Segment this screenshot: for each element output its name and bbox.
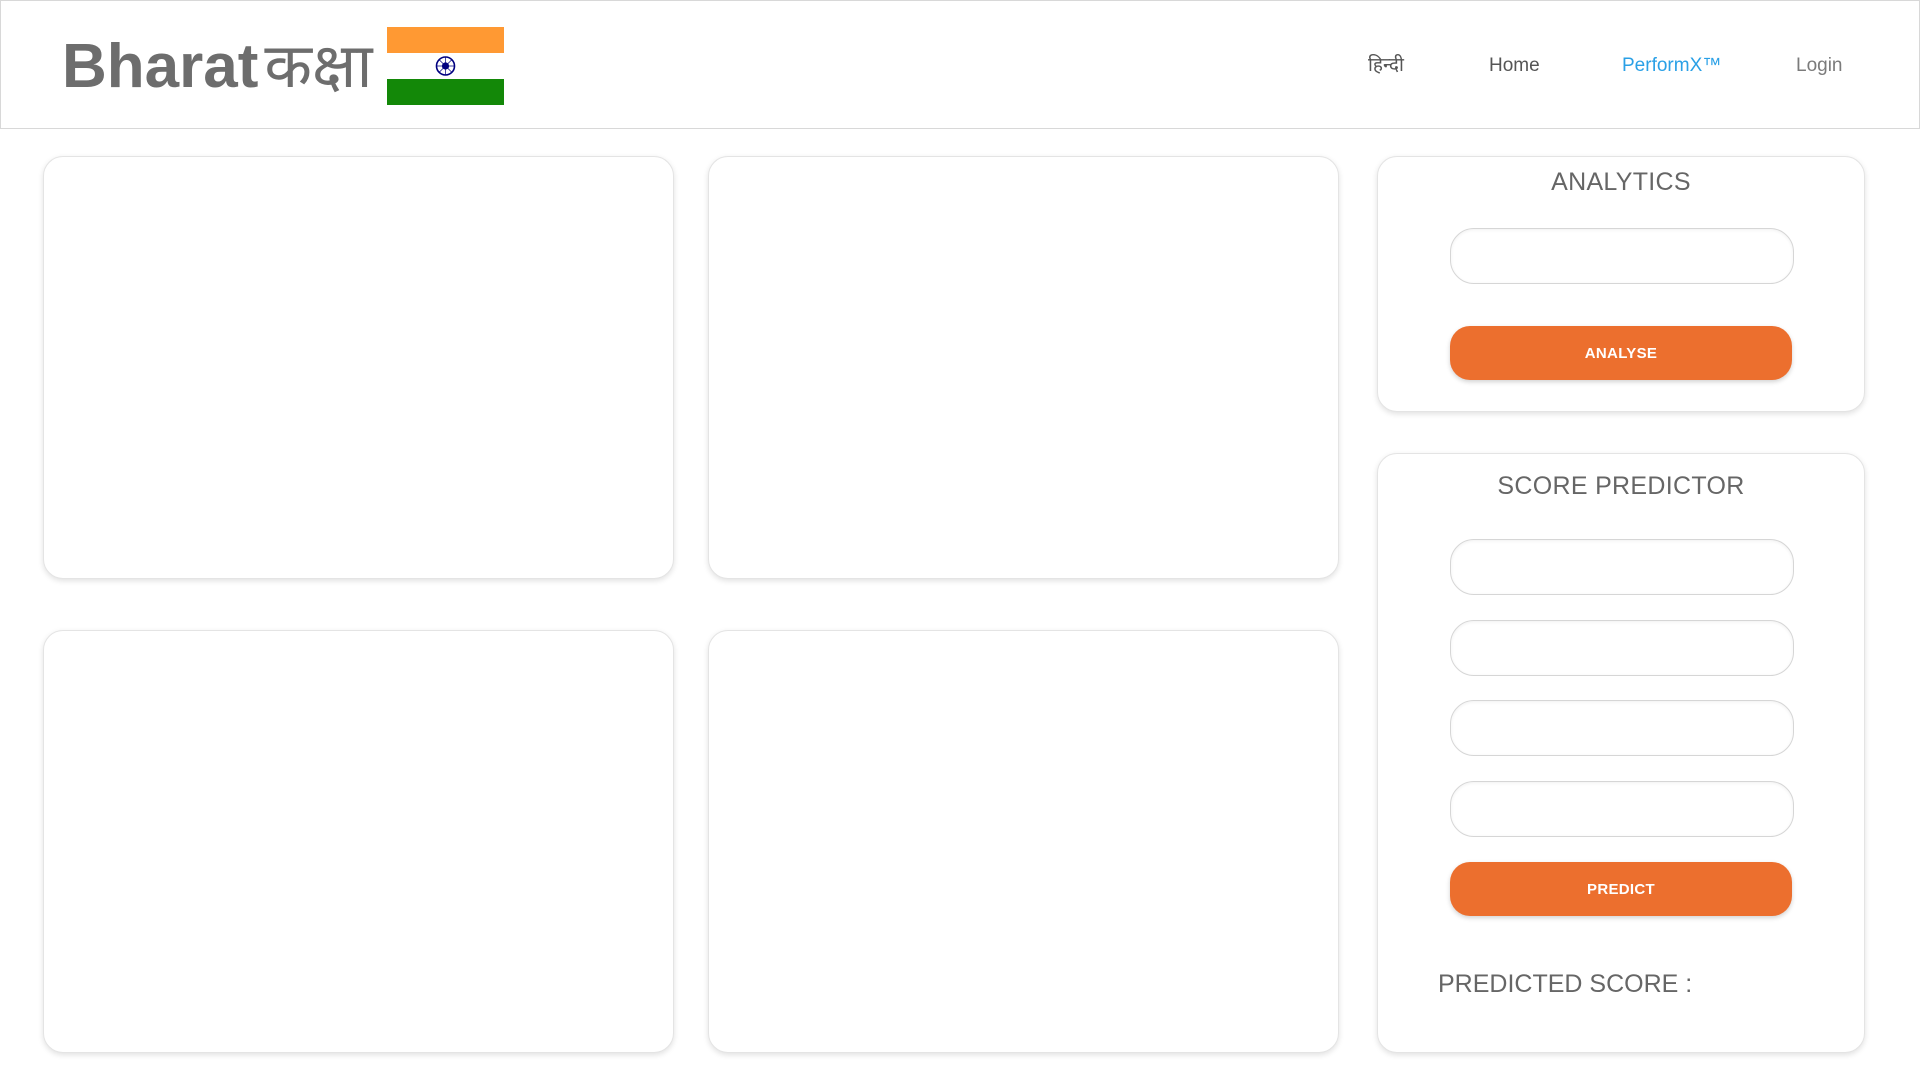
analytics-input[interactable] (1450, 228, 1794, 284)
flag-green-band (387, 79, 504, 105)
predicted-score-label: PREDICTED SCORE : (1438, 970, 1693, 998)
analytics-title: ANALYTICS (1551, 168, 1691, 196)
predictor-input-1[interactable] (1450, 539, 1794, 595)
analyse-button[interactable]: ANALYSE (1450, 326, 1792, 380)
content-card-bottom-left (43, 630, 674, 1053)
nav-login[interactable]: Login (1796, 53, 1843, 79)
brand-hindi: कक्षा (264, 32, 373, 101)
content-card-top-right (708, 156, 1339, 579)
ashoka-chakra-icon (435, 56, 456, 76)
score-predictor-title: SCORE PREDICTOR (1497, 472, 1745, 500)
flag-graphic (387, 27, 504, 105)
analytics-panel: ANALYTICS ANALYSE (1377, 156, 1865, 412)
predictor-input-3[interactable] (1450, 700, 1794, 756)
nav-home[interactable]: Home (1489, 53, 1540, 79)
flag-saffron-band (387, 27, 504, 53)
predictor-input-2[interactable] (1450, 620, 1794, 676)
brand-latin: Bharat (62, 32, 259, 101)
brand-logo-text[interactable]: Bharatकक्षा (62, 29, 373, 105)
predict-button[interactable]: PREDICT (1450, 862, 1792, 916)
content-card-bottom-right (708, 630, 1339, 1053)
score-predictor-panel: SCORE PREDICTOR PREDICT PREDICTED SCORE … (1377, 453, 1865, 1053)
nav-hindi-language[interactable]: हिन्दी (1368, 53, 1404, 79)
predictor-input-4[interactable] (1450, 781, 1794, 837)
nav-performx[interactable]: PerformX™ (1622, 53, 1721, 79)
top-navbar: Bharatकक्षा हिन्दी Home PerformX™ Login (0, 0, 1920, 129)
content-card-top-left (43, 156, 674, 579)
india-flag-icon (387, 27, 504, 105)
